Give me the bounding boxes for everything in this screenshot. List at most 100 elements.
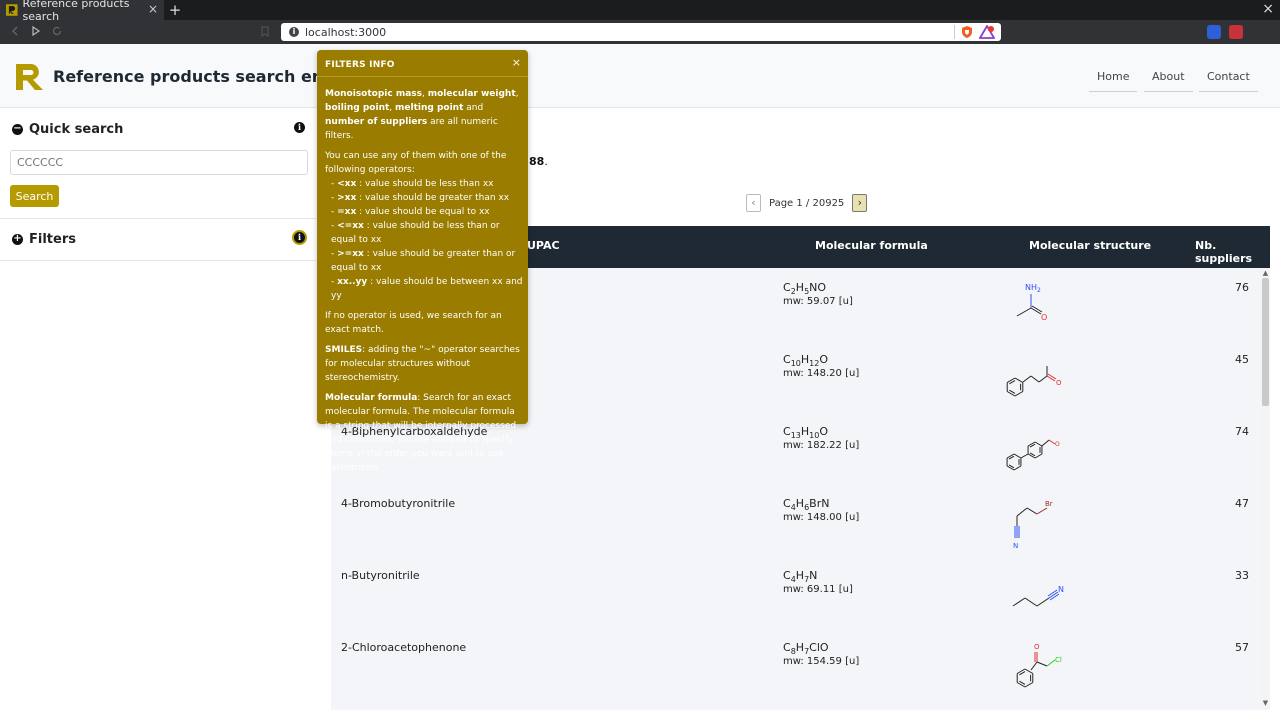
- bond: [1012, 597, 1026, 607]
- bookmark-icon[interactable]: [260, 24, 270, 38]
- nav-home-link[interactable]: Home: [1089, 64, 1138, 92]
- address-bar[interactable]: i localhost:3000: [281, 23, 1001, 41]
- molecular-structure: N Br: [1013, 500, 1053, 550]
- bond: [1016, 682, 1026, 688]
- formula-paragraph: Molecular formula: Search for an exact m…: [325, 393, 517, 473]
- supplier-count: 76: [1235, 281, 1249, 294]
- bond: [1038, 375, 1048, 383]
- atom-label: N: [1013, 542, 1018, 550]
- bond: [1022, 375, 1032, 383]
- bond: [1013, 465, 1022, 471]
- urlbar-separator: [954, 25, 955, 39]
- browser-tab-bar: Reference products search × + ×: [0, 0, 1280, 23]
- extension-red-icon[interactable]: [1229, 25, 1243, 39]
- app-logo-icon[interactable]: [16, 64, 44, 90]
- molecular-formula: C2H5NO: [783, 281, 827, 297]
- quick-search-title: Quick search: [29, 122, 124, 137]
- supplier-count: 33: [1235, 569, 1249, 582]
- extension-f-icon[interactable]: [1207, 25, 1221, 39]
- popup-title: FILTERS INFO: [325, 60, 395, 70]
- compound-name: 2-Chloroacetophenone: [341, 641, 467, 654]
- scroll-up-arrow-icon[interactable]: ▲: [1261, 269, 1270, 277]
- operator-item: - >xx : value should be greater than xx: [331, 193, 510, 203]
- tab-close-icon[interactable]: ×: [148, 2, 158, 16]
- previous-page-button[interactable]: ‹: [746, 194, 761, 212]
- numeric-filters-paragraph: Monoisotopic mass, molecular weight, boi…: [325, 89, 519, 141]
- bond: [1046, 375, 1056, 382]
- popup-header: FILTERS INFO ×: [317, 50, 528, 77]
- filters-toggle[interactable]: + Filters: [12, 232, 76, 247]
- table-row[interactable]: 2-Chloroacetophenone C8H7ClO mw: 154.59 [u…: [331, 628, 1261, 700]
- molecular-formula: C10H12O: [783, 353, 829, 369]
- molecular-weight: mw: 182.22 [u]: [783, 440, 860, 451]
- results-summary: 88.: [529, 155, 548, 168]
- molecular-structure: O: [1006, 439, 1060, 471]
- molecular-weight: mw: 148.00 [u]: [783, 512, 860, 523]
- filters-info-icon[interactable]: i: [294, 232, 305, 243]
- molecular-structure: N: [1012, 585, 1064, 607]
- popup-body: Monoisotopic mass, molecular weight, boi…: [325, 87, 523, 481]
- bond: [1016, 668, 1026, 674]
- filters-title: Filters: [29, 232, 76, 247]
- bond: [1006, 377, 1016, 383]
- operator-item: - xx..yy : value should be between xx an…: [331, 277, 523, 301]
- bond: [1030, 375, 1040, 383]
- table-row[interactable]: 4-Bromobutyronitrile C4H6BrN mw: 148.00 [u…: [331, 484, 1261, 556]
- table-row[interactable]: n-Butyronitrile C4H7N mw: 69.11 [u] 33 N: [331, 556, 1261, 628]
- brave-shield-icon[interactable]: [961, 25, 973, 39]
- page-indicator: Page 1 / 20925: [769, 197, 845, 209]
- operators-list: - <xx : value should be less than xx - >x…: [325, 177, 523, 303]
- operator-item: - >=xx : value should be greater than or…: [331, 249, 516, 273]
- bond: [1034, 453, 1043, 459]
- bond: [1041, 439, 1050, 447]
- nav-about-link[interactable]: About: [1144, 64, 1193, 92]
- column-header-formula[interactable]: Molecular formula: [815, 239, 928, 252]
- app-favicon-icon: [6, 4, 18, 16]
- play-icon[interactable]: [31, 24, 41, 38]
- next-page-button[interactable]: ›: [852, 194, 868, 212]
- reload-icon[interactable]: [51, 24, 63, 38]
- column-header-structure[interactable]: Molecular structure: [1029, 239, 1151, 252]
- site-info-icon[interactable]: i: [289, 27, 299, 37]
- molecular-structure: NH2 O: [1016, 283, 1047, 322]
- bond: [1026, 507, 1038, 515]
- supplier-count: 57: [1235, 641, 1249, 654]
- bond: [1036, 597, 1050, 607]
- atom-label: N: [1058, 585, 1064, 594]
- brave-rewards-icon[interactable]: [979, 25, 995, 39]
- new-tab-button[interactable]: +: [168, 1, 182, 19]
- bond: [1046, 659, 1056, 667]
- sidebar-divider: [0, 260, 316, 261]
- bond: [1006, 391, 1016, 397]
- operators-intro: You can use any of them with one of the …: [325, 151, 507, 175]
- app-title: Reference products search engine: [53, 67, 363, 86]
- molecular-structure: O: [1006, 366, 1062, 397]
- molecular-weight: mw: 69.11 [u]: [783, 584, 853, 595]
- operator-item: - <=xx : value should be less than or eq…: [331, 221, 500, 245]
- quick-search-info-icon[interactable]: i: [294, 122, 305, 133]
- sidebar: − Quick search i Search + Filters i: [0, 108, 316, 720]
- column-header-suppliers[interactable]: Nb. suppliers: [1195, 239, 1270, 265]
- atom-label: O: [1056, 379, 1062, 387]
- bond: [1014, 391, 1024, 397]
- atom-label: O: [1041, 313, 1047, 322]
- back-icon[interactable]: [10, 24, 20, 38]
- table-scrollbar-thumb[interactable]: [1262, 278, 1269, 406]
- molecular-formula: C8H7ClO: [783, 641, 829, 657]
- nav-contact-link[interactable]: Contact: [1199, 64, 1258, 92]
- filters-info-popup: FILTERS INFO × Monoisotopic mass, molecu…: [317, 50, 528, 473]
- column-header-iupac[interactable]: UPAC: [527, 239, 560, 252]
- bond: [1024, 682, 1034, 688]
- url-text: localhost:3000: [305, 25, 387, 39]
- window-close-button[interactable]: ×: [1262, 1, 1274, 17]
- scroll-down-arrow-icon[interactable]: ▼: [1261, 699, 1270, 707]
- bond: [1047, 373, 1057, 380]
- browser-tab[interactable]: Reference products search ×: [0, 0, 164, 23]
- bond: [1014, 377, 1024, 383]
- bond: [1036, 507, 1048, 515]
- search-button[interactable]: Search: [10, 185, 59, 207]
- bond: [1024, 597, 1038, 607]
- quick-search-toggle[interactable]: − Quick search: [12, 122, 123, 137]
- quick-search-input[interactable]: [10, 150, 308, 175]
- popup-close-icon[interactable]: ×: [512, 56, 521, 70]
